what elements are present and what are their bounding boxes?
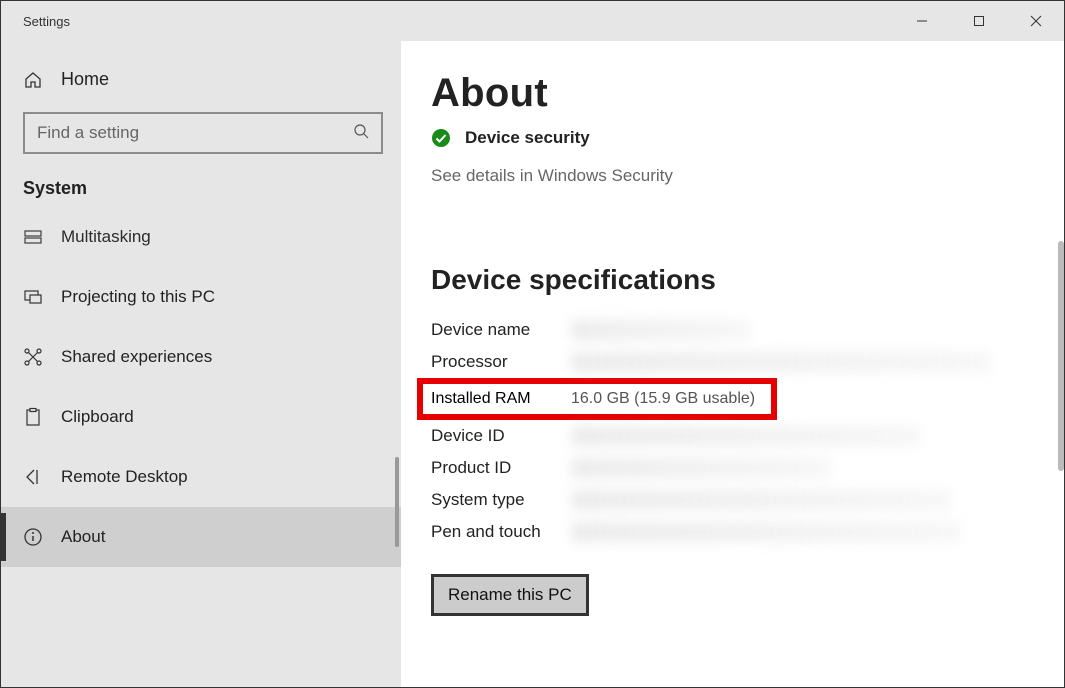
spec-device-id: Device ID [431,420,1064,452]
sidebar-item-multitasking[interactable]: Multitasking [1,217,401,267]
search-input[interactable] [37,123,353,143]
installed-ram-value: 16.0 GB (15.9 GB usable) [571,390,755,408]
shield-check-icon [431,128,451,148]
redacted-value [571,426,921,446]
home-label: Home [61,69,109,90]
home-icon [23,70,43,90]
sidebar-scrollbar[interactable] [395,457,399,547]
spec-label: System type [431,490,571,510]
redacted-value [571,522,961,542]
sidebar-item-label: Projecting to this PC [61,287,215,307]
window-controls [893,1,1064,41]
device-specs: Device name Processor Installed RAM 16.0… [431,314,1064,548]
spec-label: Device name [431,320,571,340]
clipboard-icon [23,407,43,427]
spec-product-id: Product ID [431,452,1064,484]
content-area: About Device security See details in Win… [401,41,1064,687]
device-specs-heading: Device specifications [431,264,1064,296]
redacted-value [571,458,831,478]
spec-system-type: System type [431,484,1064,516]
spec-processor: Processor [431,346,1064,378]
spec-label: Device ID [431,426,571,446]
spec-label: Installed RAM [431,390,571,408]
device-security-label: Device security [465,128,590,148]
content-scrollbar[interactable] [1058,241,1064,471]
about-icon [23,527,43,547]
home-nav[interactable]: Home [23,41,379,112]
sidebar-item-label: Remote Desktop [61,467,188,487]
spec-label: Product ID [431,458,571,478]
sidebar-item-label: About [61,527,105,547]
sidebar-item-about[interactable]: About [1,507,401,567]
minimize-button[interactable] [893,1,950,41]
sidebar-nav: Multitasking Projecting to this PC Share… [1,217,401,687]
sidebar-item-projecting[interactable]: Projecting to this PC [1,267,401,327]
redacted-value [571,490,951,510]
device-security-row: Device security [431,128,1064,148]
remote-icon [23,467,43,487]
redacted-value [571,352,991,372]
titlebar: Settings [1,1,1064,41]
spec-label: Pen and touch [431,522,571,542]
window-title: Settings [1,14,893,29]
sidebar-section: System [23,154,379,217]
rename-pc-button[interactable]: Rename this PC [431,574,589,616]
spec-label: Processor [431,352,571,372]
sidebar-item-clipboard[interactable]: Clipboard [1,387,401,447]
sidebar: Home System Multitasking Proj [1,41,401,687]
shared-icon [23,347,43,367]
sidebar-item-remote[interactable]: Remote Desktop [1,447,401,507]
close-button[interactable] [1007,1,1064,41]
installed-ram-highlight: Installed RAM 16.0 GB (15.9 GB usable) [417,378,777,420]
maximize-button[interactable] [950,1,1007,41]
search-icon [353,123,369,143]
spec-pen-touch: Pen and touch [431,516,1064,548]
projecting-icon [23,287,43,307]
sidebar-item-label: Multitasking [61,227,151,247]
sidebar-item-shared[interactable]: Shared experiences [1,327,401,387]
redacted-value [571,320,751,340]
spec-device-name: Device name [431,314,1064,346]
device-security-detail[interactable]: See details in Windows Security [431,166,1064,186]
multitasking-icon [23,227,43,247]
sidebar-item-label: Shared experiences [61,347,212,367]
sidebar-item-label: Clipboard [61,407,134,427]
page-title: About [431,41,1064,116]
search-box[interactable] [23,112,383,154]
